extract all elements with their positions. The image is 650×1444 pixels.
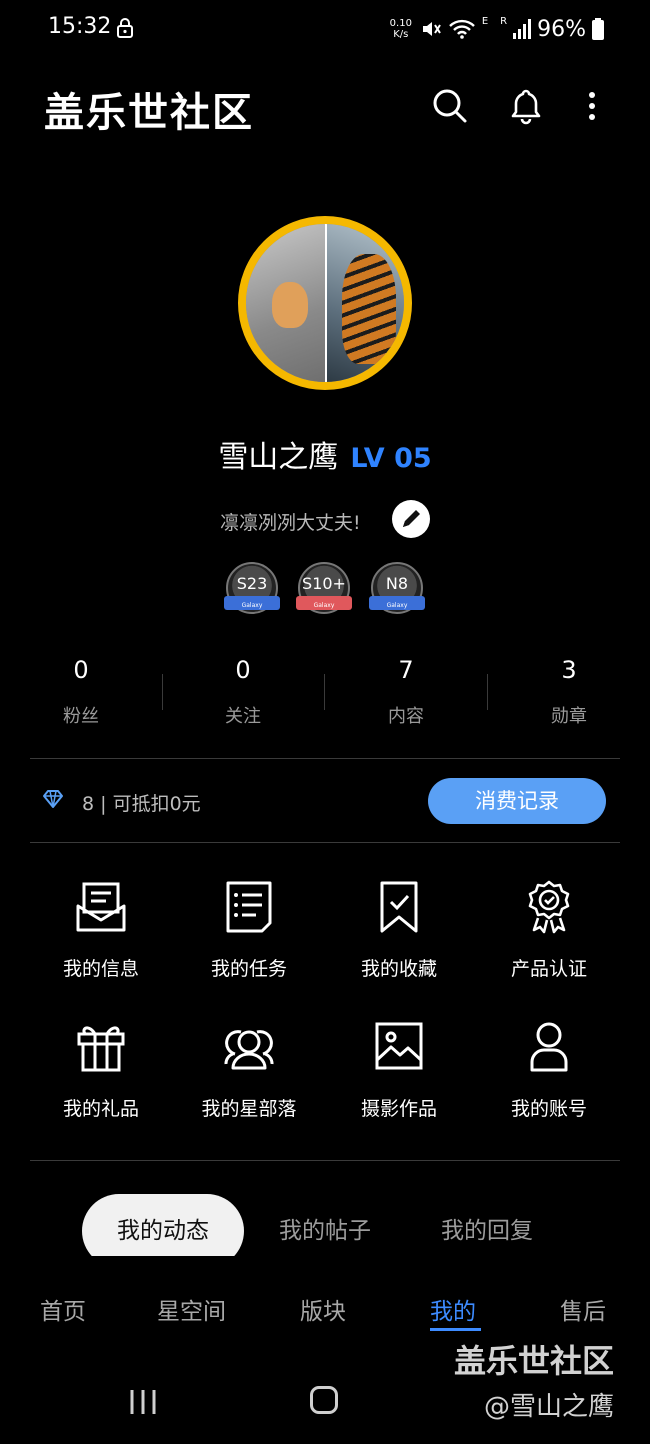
status-bar: 15:32 0.10 K/s E R 96% — [0, 0, 650, 58]
status-time: 15:32 — [48, 14, 112, 39]
pencil-icon — [403, 510, 420, 527]
nav-galaxy-space[interactable]: 星空间 — [157, 1292, 226, 1326]
bookmark-check-icon — [380, 881, 418, 933]
app-title: 盖乐世社区 — [44, 90, 254, 136]
app-bar: 盖乐世社区 — [0, 70, 650, 142]
home-icon[interactable] — [310, 1386, 338, 1414]
menu-my-tribe[interactable]: 我的星部落 — [174, 1010, 324, 1130]
avatar[interactable] — [238, 216, 412, 390]
signature-row: 凛凛冽冽大丈夫! — [0, 500, 650, 540]
lock-icon — [117, 18, 133, 38]
edit-signature-button[interactable] — [392, 500, 430, 538]
message-envelope-icon — [76, 882, 126, 932]
task-list-icon — [226, 881, 272, 933]
profile-name-row: 雪山之鹰 LV 05 — [0, 432, 650, 476]
bell-icon[interactable] — [506, 86, 546, 126]
badge-s23[interactable]: S23 Galaxy — [224, 562, 280, 614]
watermark-title: 盖乐世社区 — [454, 1342, 615, 1380]
user-signature: 凛凛冽冽大丈夫! — [220, 512, 361, 534]
nav-after-sales[interactable]: 售后 — [560, 1292, 606, 1326]
menu-product-certification[interactable]: 产品认证 — [474, 870, 624, 990]
nav-home[interactable]: 首页 — [40, 1292, 86, 1326]
divider — [30, 842, 620, 843]
divider — [30, 1160, 620, 1161]
signal-icon — [513, 19, 532, 39]
nav-mine[interactable]: 我的 — [430, 1292, 476, 1326]
stat-content[interactable]: 7 内容 — [325, 652, 487, 728]
tab-my-activity[interactable]: 我的动态 — [82, 1194, 244, 1256]
menu-my-tasks[interactable]: 我的任务 — [174, 870, 324, 990]
more-vertical-icon[interactable] — [572, 86, 612, 126]
tab-my-posts[interactable]: 我的帖子 — [252, 1194, 398, 1256]
net-speed: 0.10 K/s — [389, 18, 412, 40]
badge-list: S23 Galaxy S10+ Galaxy N8 Galaxy — [0, 562, 650, 622]
menu-my-info[interactable]: 我的信息 — [26, 870, 176, 990]
recents-icon[interactable] — [128, 1388, 158, 1416]
person-icon — [530, 1022, 568, 1072]
points-text: 8 | 可抵扣0元 — [82, 793, 201, 815]
avatar-tiger — [342, 254, 396, 364]
net-type-1: E — [481, 16, 489, 27]
stat-followers[interactable]: 0 粉丝 — [0, 652, 162, 728]
consumption-record-button[interactable]: 消费记录 — [428, 778, 606, 824]
group-icon — [224, 1030, 274, 1070]
avatar-kitten — [272, 282, 308, 328]
mute-icon — [422, 22, 441, 36]
bottom-nav: 首页 星空间 版块 我的 售后 — [0, 1284, 650, 1344]
stats-row: 0 粉丝 0 关注 7 内容 3 勋章 — [0, 652, 650, 742]
image-icon — [375, 1022, 423, 1070]
badge-n8[interactable]: N8 Galaxy — [369, 562, 425, 614]
wifi-icon — [448, 19, 475, 39]
battery-percent: 96% — [537, 16, 586, 42]
content-tabs: 我的动态 我的帖子 我的回复 — [0, 1194, 650, 1256]
user-name: 雪山之鹰 — [218, 440, 339, 475]
nav-sections[interactable]: 版块 — [300, 1292, 346, 1326]
menu-photography[interactable]: 摄影作品 — [324, 1010, 474, 1130]
divider — [30, 758, 620, 759]
diamond-icon — [43, 790, 63, 808]
badge-s10plus[interactable]: S10+ Galaxy — [296, 562, 352, 614]
nav-active-indicator — [430, 1328, 481, 1331]
stat-medals[interactable]: 3 勋章 — [488, 652, 650, 728]
net-type-2: R — [500, 16, 508, 27]
certified-badge-icon — [528, 880, 570, 934]
system-nav-bar — [0, 1382, 650, 1422]
gift-icon — [77, 1026, 125, 1072]
user-level: LV 05 — [350, 443, 432, 474]
menu-my-gifts[interactable]: 我的礼品 — [26, 1010, 176, 1130]
tab-my-replies[interactable]: 我的回复 — [412, 1194, 562, 1256]
search-icon[interactable] — [430, 86, 470, 126]
battery-icon — [592, 18, 604, 40]
stat-following[interactable]: 0 关注 — [162, 652, 324, 728]
points-row: 8 | 可抵扣0元 消费记录 — [0, 776, 650, 826]
menu-my-favorites[interactable]: 我的收藏 — [324, 870, 474, 990]
menu-my-account[interactable]: 我的账号 — [474, 1010, 624, 1130]
